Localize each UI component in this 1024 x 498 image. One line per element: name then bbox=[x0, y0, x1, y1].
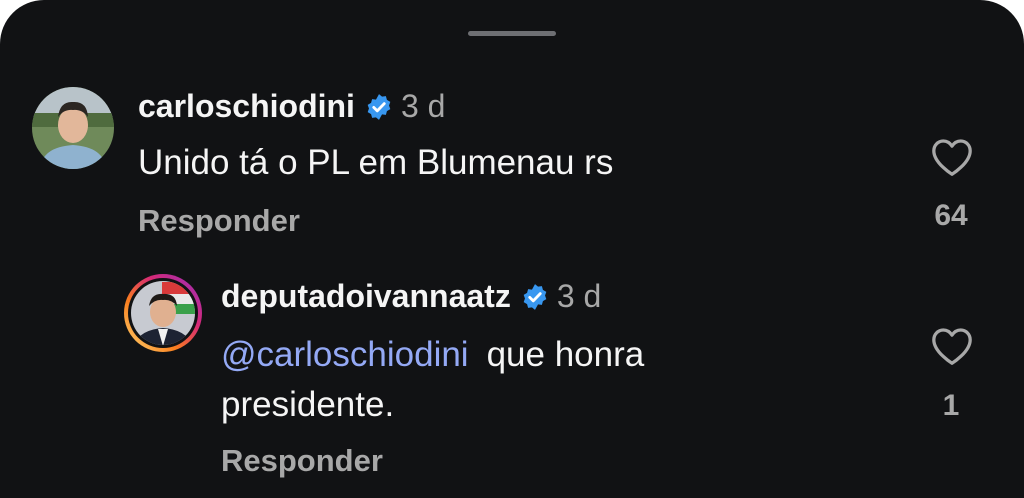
reply-button[interactable]: Responder bbox=[138, 203, 300, 239]
like-heart-icon[interactable] bbox=[930, 137, 974, 182]
drag-handle[interactable] bbox=[468, 31, 556, 36]
like-count: 64 bbox=[934, 199, 968, 232]
comment-time: 3 d bbox=[400, 88, 446, 124]
comment-username[interactable]: carloschiodini 3 d bbox=[138, 88, 445, 124]
verified-badge-icon bbox=[367, 94, 391, 120]
comments-sheet: carloschiodini 3 d Unido tá o PL em Blume… bbox=[0, 0, 1024, 498]
mention-link[interactable]: @carloschiodini bbox=[221, 335, 469, 374]
like-count: 1 bbox=[942, 389, 960, 422]
reply-time: 3 d bbox=[556, 278, 602, 314]
reply-button[interactable]: Responder bbox=[221, 443, 383, 479]
avatar-story-ring[interactable] bbox=[122, 272, 204, 354]
like-heart-icon[interactable] bbox=[930, 326, 974, 371]
reply-username[interactable]: deputadoivannaatz 3 d bbox=[221, 278, 601, 314]
comment-text: Unido tá o PL em Blumenau rs bbox=[138, 143, 614, 182]
reply-text: @carloschiodini que honra presidente. bbox=[221, 330, 781, 430]
avatar[interactable] bbox=[32, 87, 114, 169]
verified-badge-icon bbox=[523, 284, 547, 310]
